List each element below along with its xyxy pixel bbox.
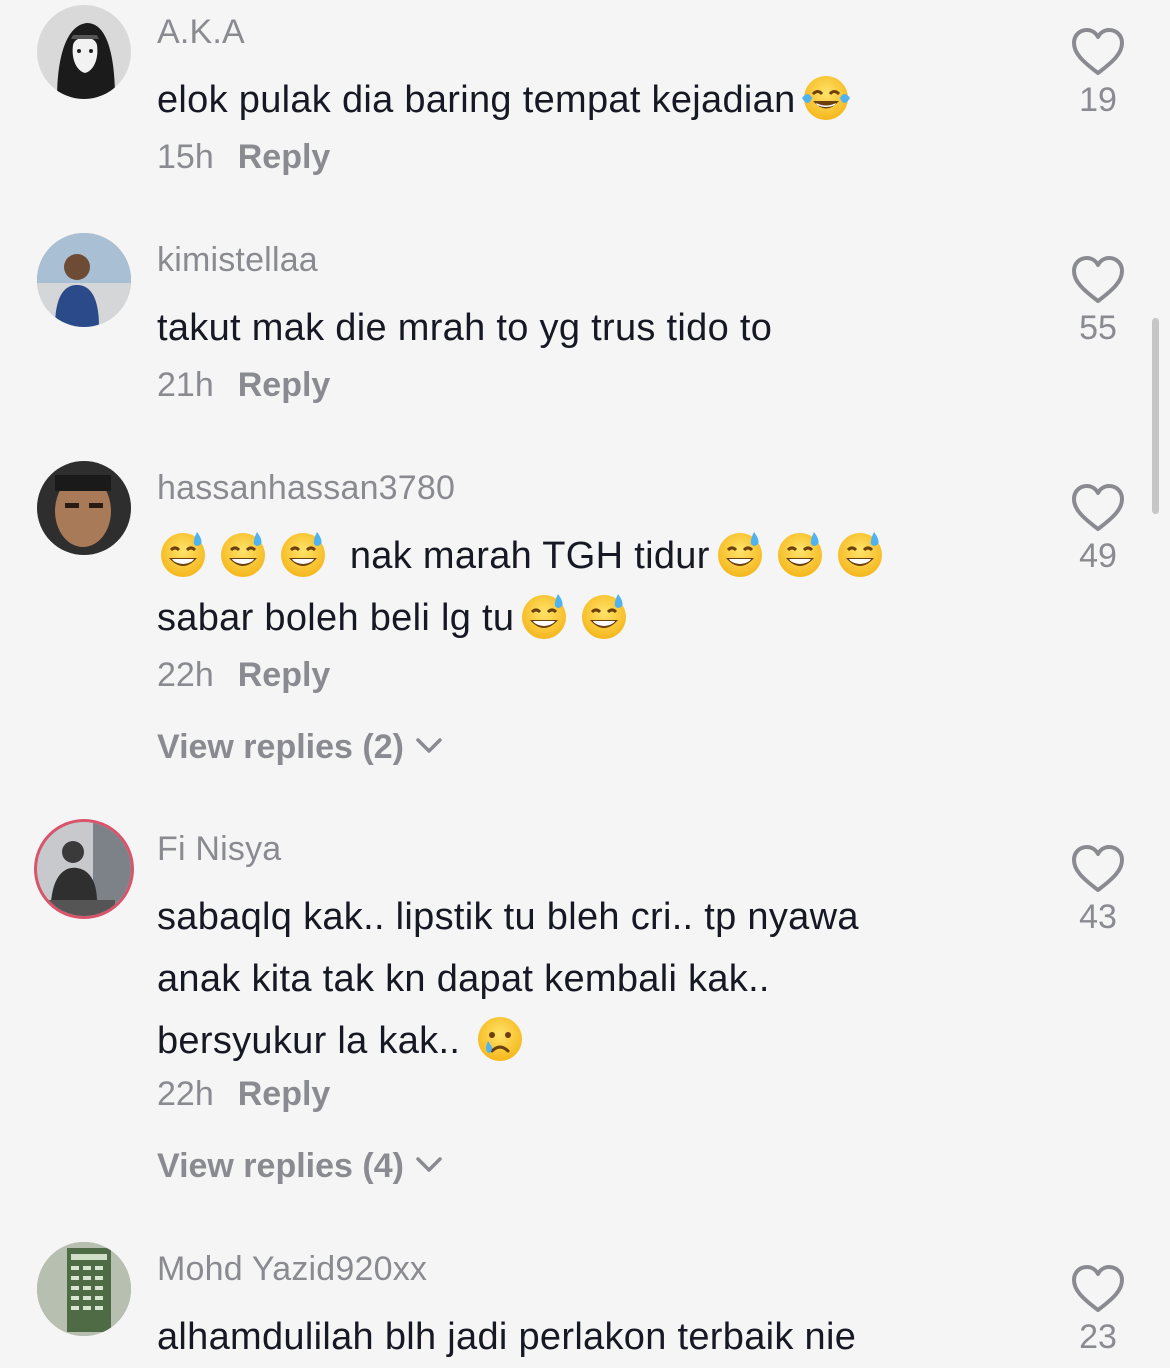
like-count: 49: [1079, 537, 1117, 575]
view-replies-label: View replies (2): [157, 728, 404, 766]
tears-of-joy-emoji: [800, 72, 852, 124]
grinning-sweat-emoji: [277, 528, 329, 580]
view-replies-label: View replies (4): [157, 1147, 404, 1185]
reply-button[interactable]: Reply: [238, 656, 331, 694]
comment-text: nak marah TGH tidur sabar boleh beli lg …: [157, 525, 890, 649]
comment-username[interactable]: A.K.A: [157, 13, 245, 52]
like-button[interactable]: 19: [1068, 27, 1128, 120]
grinning-sweat-emoji: [714, 528, 766, 580]
comment-timestamp: 22h: [157, 656, 214, 694]
comment-timestamp: 15h: [157, 138, 214, 176]
comment-username[interactable]: Mohd Yazid920xx: [157, 1250, 427, 1289]
comment-username[interactable]: hassanhassan3780: [157, 469, 455, 508]
avatar[interactable]: [37, 461, 131, 555]
like-count: 19: [1079, 81, 1117, 119]
comment-text-line: bersyukur la kak..: [157, 1020, 461, 1062]
like-button[interactable]: 23: [1068, 1264, 1128, 1357]
reply-button[interactable]: Reply: [238, 138, 331, 176]
comment-meta: 21h Reply: [157, 366, 330, 405]
like-button[interactable]: 49: [1068, 483, 1128, 576]
grinning-sweat-emoji: [774, 528, 826, 580]
avatar[interactable]: [37, 233, 131, 327]
view-replies-button[interactable]: View replies (2): [157, 728, 444, 767]
like-button[interactable]: 55: [1068, 255, 1128, 348]
comment-text: alhamdulilah blh jadi perlakon terbaik n…: [157, 1306, 856, 1368]
chevron-down-icon: [416, 1157, 442, 1172]
grinning-sweat-emoji: [578, 590, 630, 642]
heart-outline-icon: [1072, 845, 1124, 892]
avatar[interactable]: [37, 822, 131, 916]
comment-text-line: anak kita tak kn dapat kembali kak..: [157, 958, 770, 1000]
comment-text: sabaqlq kak.. lipstik tu bleh cri.. tp n…: [157, 886, 859, 1072]
grinning-sweat-emoji: [217, 528, 269, 580]
comment-meta: 15h Reply: [157, 138, 330, 177]
comment-username[interactable]: Fi Nisya: [157, 830, 281, 869]
comment-meta: 22h Reply: [157, 656, 330, 695]
crying-face-emoji: [474, 1013, 526, 1065]
avatar[interactable]: [37, 1242, 131, 1336]
heart-outline-icon: [1072, 484, 1124, 531]
comment-meta: 22h Reply: [157, 1075, 330, 1114]
reply-button[interactable]: Reply: [238, 366, 331, 404]
comment-text-line: elok pulak dia baring tempat kejadian: [157, 79, 796, 121]
comment-text-line: nak marah TGH tidur: [349, 535, 710, 577]
like-button[interactable]: 43: [1068, 844, 1128, 937]
comment-text-line: sabar boleh beli lg tu: [157, 597, 515, 639]
reply-button[interactable]: Reply: [238, 1075, 331, 1113]
grinning-sweat-emoji: [834, 528, 886, 580]
comment-text-line: alhamdulilah blh jadi perlakon terbaik n…: [157, 1316, 857, 1358]
heart-outline-icon: [1072, 1265, 1124, 1312]
comment-text-line: takut mak die mrah to yg trus tido to: [157, 307, 773, 349]
view-replies-button[interactable]: View replies (4): [157, 1147, 444, 1186]
heart-outline-icon: [1072, 28, 1124, 75]
like-count: 55: [1079, 309, 1117, 347]
comment-timestamp: 21h: [157, 366, 214, 404]
comment-text-line: sabaqlq kak.. lipstik tu bleh cri.. tp n…: [157, 896, 859, 938]
comment-username[interactable]: kimistellaa: [157, 241, 318, 280]
like-count: 43: [1079, 898, 1117, 936]
grinning-sweat-emoji: [157, 528, 209, 580]
scrollbar[interactable]: [1152, 318, 1159, 514]
comment-text: takut mak die mrah to yg trus tido to: [157, 297, 772, 359]
comment-text: elok pulak dia baring tempat kejadian: [157, 69, 856, 131]
grinning-sweat-emoji: [518, 590, 570, 642]
avatar[interactable]: [37, 5, 131, 99]
chevron-down-icon: [416, 738, 442, 753]
comment-timestamp: 22h: [157, 1075, 214, 1113]
heart-outline-icon: [1072, 256, 1124, 303]
like-count: 23: [1079, 1318, 1117, 1356]
